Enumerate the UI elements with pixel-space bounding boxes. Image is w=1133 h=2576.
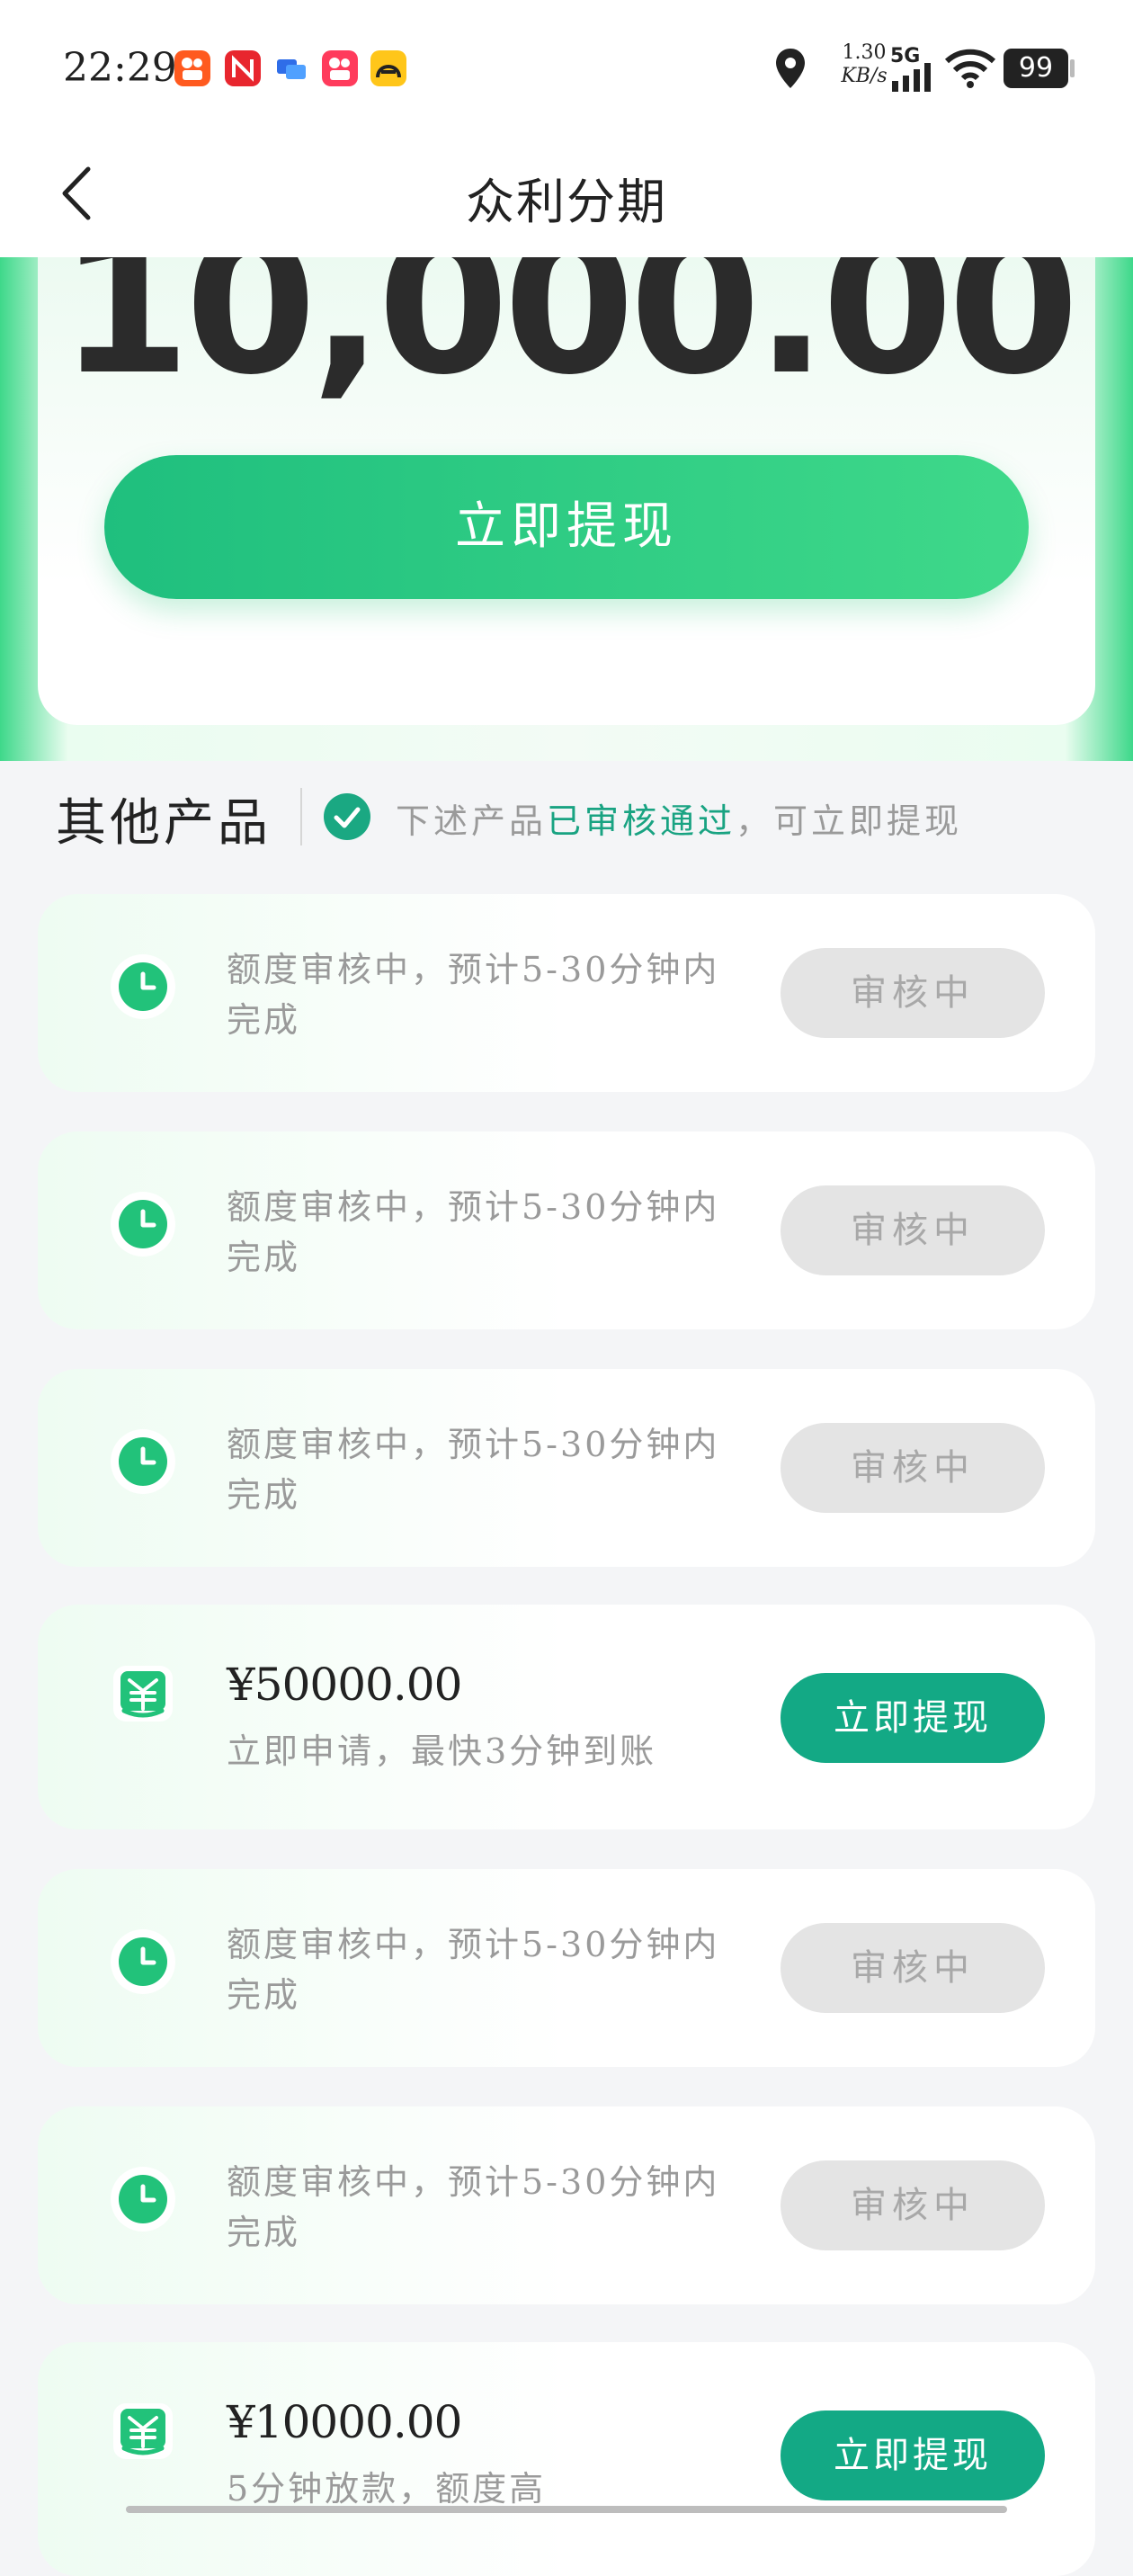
reviewing-button[interactable]: 审核中 <box>781 1185 1045 1275</box>
netease-news-icon <box>225 50 261 86</box>
check-circle-icon <box>324 793 370 840</box>
product-card: ¥10000.00 5分钟放款，额度高 立即提现 <box>38 2342 1095 2576</box>
pending-line-1: 额度审核中，预计5-30分钟内 <box>227 1925 720 1964</box>
section-title: 其他产品 <box>56 794 272 853</box>
money-bag-icon <box>110 2398 176 2464</box>
wifi-icon <box>944 47 996 92</box>
pending-line-1: 额度审核中，预计5-30分钟内 <box>227 1425 720 1464</box>
approval-note-highlight: 已审核通过 <box>547 801 736 841</box>
nav-header: 众利分期 <box>0 135 1133 257</box>
signal-icon <box>892 61 932 95</box>
loan-offer-text: ¥10000.00 5分钟放款，额度高 <box>227 2396 766 2510</box>
pending-line-1: 额度审核中，预计5-30分钟内 <box>227 950 720 989</box>
kuaishou-lite-icon <box>322 50 358 86</box>
pending-status-text: 额度审核中，预计5-30分钟内 完成 <box>227 1182 766 1283</box>
battery-icon: 99 <box>1004 49 1068 88</box>
money-bag-icon <box>110 1660 176 1727</box>
pending-line-1: 额度审核中，预计5-30分钟内 <box>227 2162 720 2202</box>
clock-icon <box>110 2166 176 2232</box>
product-card: ¥50000.00 立即申请，最快3分钟到账 立即提现 <box>38 1605 1095 1829</box>
loan-amount: ¥10000.00 <box>227 2396 462 2448</box>
approval-note: 下述产品已审核通过，可立即提现 <box>396 793 962 843</box>
status-time: 22:29 <box>63 45 177 91</box>
withdraw-button[interactable]: 立即提现 <box>104 455 1029 599</box>
battery-level: 99 <box>1018 52 1054 84</box>
approval-note-prefix: 下述产品 <box>396 801 548 841</box>
loan-subtitle: 5分钟放款，额度高 <box>227 2469 547 2509</box>
pending-line-2: 完成 <box>227 2213 301 2252</box>
pending-line-2: 完成 <box>227 1000 301 1040</box>
page-title: 众利分期 <box>466 174 667 230</box>
messenger-icon <box>273 50 309 86</box>
reviewing-button[interactable]: 审核中 <box>781 948 1045 1038</box>
pending-status-text: 额度审核中，预计5-30分钟内 完成 <box>227 944 766 1045</box>
section-divider <box>300 788 302 845</box>
pending-status-text: 额度审核中，预计5-30分钟内 完成 <box>227 2157 766 2258</box>
clock-icon <box>110 1191 176 1257</box>
reviewing-button[interactable]: 审核中 <box>781 2160 1045 2250</box>
battery-tip <box>1070 59 1075 77</box>
net-speed-value: 1.30 <box>842 41 887 64</box>
reviewing-button[interactable]: 审核中 <box>781 1423 1045 1513</box>
pending-status-text: 额度审核中，预计5-30分钟内 完成 <box>227 1419 766 1520</box>
loan-amount: ¥50000.00 <box>227 1659 462 1711</box>
withdraw-now-button[interactable]: 立即提现 <box>781 2411 1045 2500</box>
status-bar: 22:29 1.30 KB/s 5G 99 <box>0 0 1133 135</box>
home-indicator <box>126 2506 1007 2513</box>
pending-status-text: 额度审核中，预计5-30分钟内 完成 <box>227 1919 766 2020</box>
pending-line-2: 完成 <box>227 1238 301 1277</box>
pending-line-2: 完成 <box>227 1975 301 2015</box>
loan-offer-text: ¥50000.00 立即申请，最快3分钟到账 <box>227 1659 766 1773</box>
clock-icon <box>110 1428 176 1495</box>
bear-app-icon <box>370 50 406 86</box>
kuaishou-icon <box>174 50 210 86</box>
clock-icon <box>110 953 176 1020</box>
location-icon <box>773 47 807 94</box>
clock-icon <box>110 1928 176 1995</box>
product-card: 额度审核中，预计5-30分钟内 完成 审核中 <box>38 1369 1095 1567</box>
pending-line-1: 额度审核中，预计5-30分钟内 <box>227 1187 720 1227</box>
product-card: 额度审核中，预计5-30分钟内 完成 审核中 <box>38 1131 1095 1329</box>
net-speed-unit: KB/s <box>841 65 888 87</box>
product-card: 额度审核中，预计5-30分钟内 完成 审核中 <box>38 1869 1095 2067</box>
approval-note-suffix: ，可立即提现 <box>736 801 963 841</box>
loan-subtitle: 立即申请，最快3分钟到账 <box>227 1731 657 1771</box>
withdraw-now-button[interactable]: 立即提现 <box>781 1673 1045 1763</box>
reviewing-button[interactable]: 审核中 <box>781 1923 1045 2013</box>
product-card: 额度审核中，预计5-30分钟内 完成 审核中 <box>38 2106 1095 2304</box>
product-card: 额度审核中，预计5-30分钟内 完成 审核中 <box>38 894 1095 1092</box>
pending-line-2: 完成 <box>227 1475 301 1515</box>
